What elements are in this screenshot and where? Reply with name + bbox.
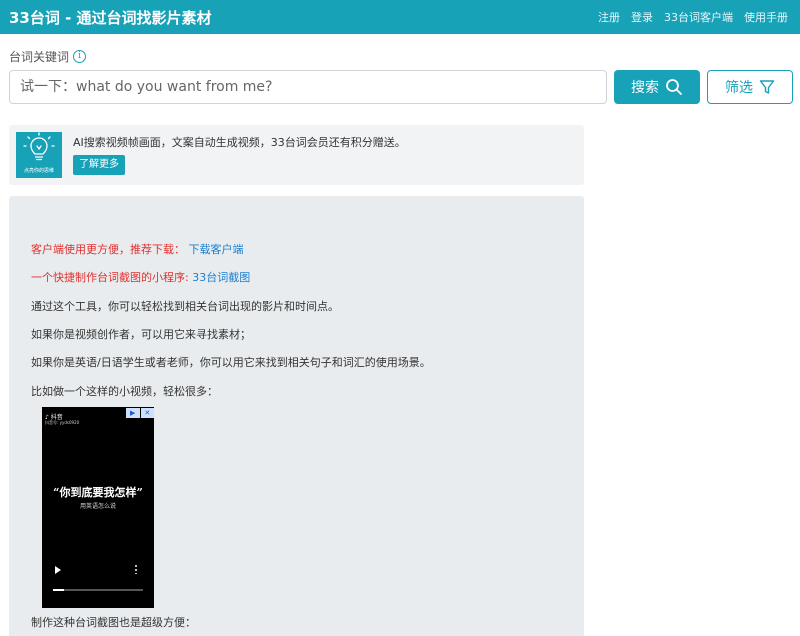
nav-register-link[interactable]: 注册 [598,9,620,25]
intro-text-2: 如果你是视频创作者，可以用它来寻找素材； [31,328,251,341]
video-title: “你到底要我怎样” [53,486,143,499]
site-title[interactable]: 33台词 - 通过台词找影片素材 [9,7,212,28]
client-download-text: 客户端使用更方便，推荐下载： [31,243,185,256]
video-progress-fill [53,589,64,591]
ad-logo-caption: 点亮你的思维 [23,168,54,174]
ad-badge-close-icon[interactable]: ✕ [140,408,154,418]
search-button-label: 搜索 [631,80,659,96]
keyword-label: 台词关键词 i [9,48,87,65]
filter-icon [759,80,775,94]
miniprogram-line: 一个快捷制作台词截图的小程序: 33台词截图 [31,269,250,285]
tiktok-account-id: 抖音号: yyds0920 [45,420,80,425]
top-bar: 33台词 - 通过台词找影片素材 注册 登录 33台词客户端 使用手册 [0,0,800,34]
client-download-link[interactable]: 下载客户端 [189,243,244,256]
intro-text-1: 通过这个工具，你可以轻松找到相关台词出现的影片和时间点。 [31,300,339,313]
intro-text-4: 比如做一个这样的小视频，轻松很多： [31,385,218,398]
learn-more-button[interactable]: 了解更多 [73,155,125,175]
top-nav: 注册 登录 33台词客户端 使用手册 [598,9,788,25]
search-button[interactable]: 搜索 [614,70,700,104]
nav-manual-link[interactable]: 使用手册 [744,9,788,25]
search-icon [666,79,682,95]
ad-badge[interactable]: ▶ ✕ [126,408,154,418]
lightbulb-icon [23,132,55,161]
play-icon[interactable] [55,566,61,574]
intro-text-5: 制作这种台词截图也是超级方便： [31,616,196,629]
info-icon[interactable]: i [73,50,87,63]
ad-badge-play-icon[interactable]: ▶ [126,408,140,418]
intro-text-3: 如果你是英语/日语学生或者老师，你可以用它来找到相关句子和词汇的使用场景。 [31,356,431,369]
client-download-line: 客户端使用更方便，推荐下载： 下载客户端 [31,241,244,257]
nav-client-link[interactable]: 33台词客户端 [664,9,733,25]
more-options-icon[interactable] [135,564,137,574]
example-video[interactable]: ▶ ✕ ♪ 抖音 抖音号: yyds0920 “你到底要我怎样” 用英语怎么说 [42,407,154,608]
miniprogram-link[interactable]: 33台词截图 [192,271,250,284]
filter-button-label: 筛选 [725,80,753,96]
nav-login-link[interactable]: 登录 [631,9,653,25]
ad-banner: 点亮你的思维 AI搜索视频帧画面，文案自动生成视频，33台词会员还有积分赠送。 … [9,125,584,185]
ad-logo[interactable]: 点亮你的思维 [16,132,62,178]
filter-button[interactable]: 筛选 [707,70,793,104]
ad-text: AI搜索视频帧画面，文案自动生成视频，33台词会员还有积分赠送。 [73,136,406,149]
info-panel: 客户端使用更方便，推荐下载： 下载客户端 一个快捷制作台词截图的小程序: 33台… [9,196,584,636]
search-input[interactable] [9,70,607,104]
video-progress-bar[interactable] [53,589,143,591]
video-subtitle: 用英语怎么说 [79,503,116,510]
keyword-label-text: 台词关键词 [9,50,70,64]
miniprogram-text: 一个快捷制作台词截图的小程序: [31,271,189,284]
